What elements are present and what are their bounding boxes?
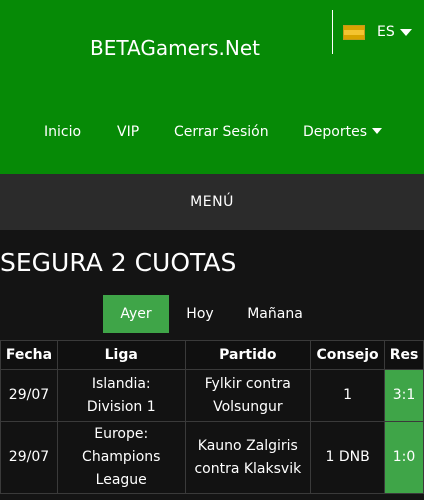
- tips-table: Fecha Liga Partido Consejo Res 29/07 Isl…: [0, 340, 424, 494]
- tab-ayer[interactable]: Ayer: [103, 295, 169, 333]
- cell-liga-line: Champions: [82, 449, 161, 465]
- site-header: BETAGamers.Net ES Inicio VIP Cerrar Sesi…: [0, 0, 424, 174]
- column-header-partido: Partido: [184, 340, 312, 370]
- main-nav: Inicio VIP Cerrar Sesión Deportes: [0, 124, 424, 146]
- cell-partido-line: Fylkir contra: [204, 375, 291, 392]
- cell-liga-line: Europe:: [94, 426, 149, 442]
- nav-item-inicio[interactable]: Inicio: [44, 124, 81, 140]
- table-header-row: Fecha Liga Partido Consejo Res: [0, 340, 424, 370]
- cell-liga: Islandia: Division 1: [56, 369, 186, 422]
- cell-fecha: 29/07: [0, 421, 58, 494]
- cell-fecha: 29/07: [0, 369, 58, 422]
- cell-partido: Fylkir contra Volsungur: [184, 369, 312, 422]
- cell-consejo: 1 DNB: [310, 421, 386, 494]
- cell-res: 1:0: [384, 421, 424, 494]
- tab-manana[interactable]: Mañana: [231, 295, 319, 333]
- nav-item-cerrar-sesion[interactable]: Cerrar Sesión: [174, 124, 269, 140]
- column-header-consejo: Consejo: [310, 340, 386, 370]
- nav-item-deportes[interactable]: Deportes: [303, 124, 382, 140]
- caret-down-icon: [399, 28, 412, 36]
- cell-liga-line: League: [95, 472, 147, 488]
- column-header-liga: Liga: [56, 340, 186, 370]
- tab-hoy[interactable]: Hoy: [169, 295, 231, 333]
- cell-partido-line: Volsungur: [213, 398, 283, 415]
- column-header-res: Res: [384, 340, 424, 370]
- nav-item-vip[interactable]: VIP: [117, 124, 139, 140]
- cell-consejo: 1: [310, 369, 386, 422]
- cell-liga: Europe: Champions League: [56, 421, 186, 494]
- caret-down-icon: [372, 128, 382, 134]
- cell-res: 3:1: [384, 369, 424, 422]
- cell-liga-line: Division 1: [86, 398, 156, 415]
- page-title: SEGURA 2 CUOTAS: [0, 248, 237, 277]
- cell-partido-line: contra Klaksvik: [194, 460, 302, 477]
- cell-partido: Kauno Zalgiris contra Klaksvik: [184, 421, 312, 494]
- header-divider: [332, 10, 333, 54]
- cell-partido-line: Kauno Zalgiris: [197, 437, 298, 454]
- spain-flag-icon: [343, 24, 365, 40]
- table-row: 29/07 Islandia: Division 1 Fylkir contra V…: [0, 369, 424, 422]
- cell-liga-line: Islandia:: [91, 375, 151, 392]
- site-brand[interactable]: BETAGamers.Net: [90, 36, 260, 60]
- language-code: ES: [377, 24, 395, 40]
- language-selector[interactable]: ES: [343, 22, 412, 42]
- menu-toggle[interactable]: MENÚ: [0, 174, 424, 230]
- nav-item-deportes-label: Deportes: [303, 124, 367, 140]
- table-row: 29/07 Europe: Champions League Kauno Zalgi…: [0, 421, 424, 494]
- column-header-fecha: Fecha: [0, 340, 58, 370]
